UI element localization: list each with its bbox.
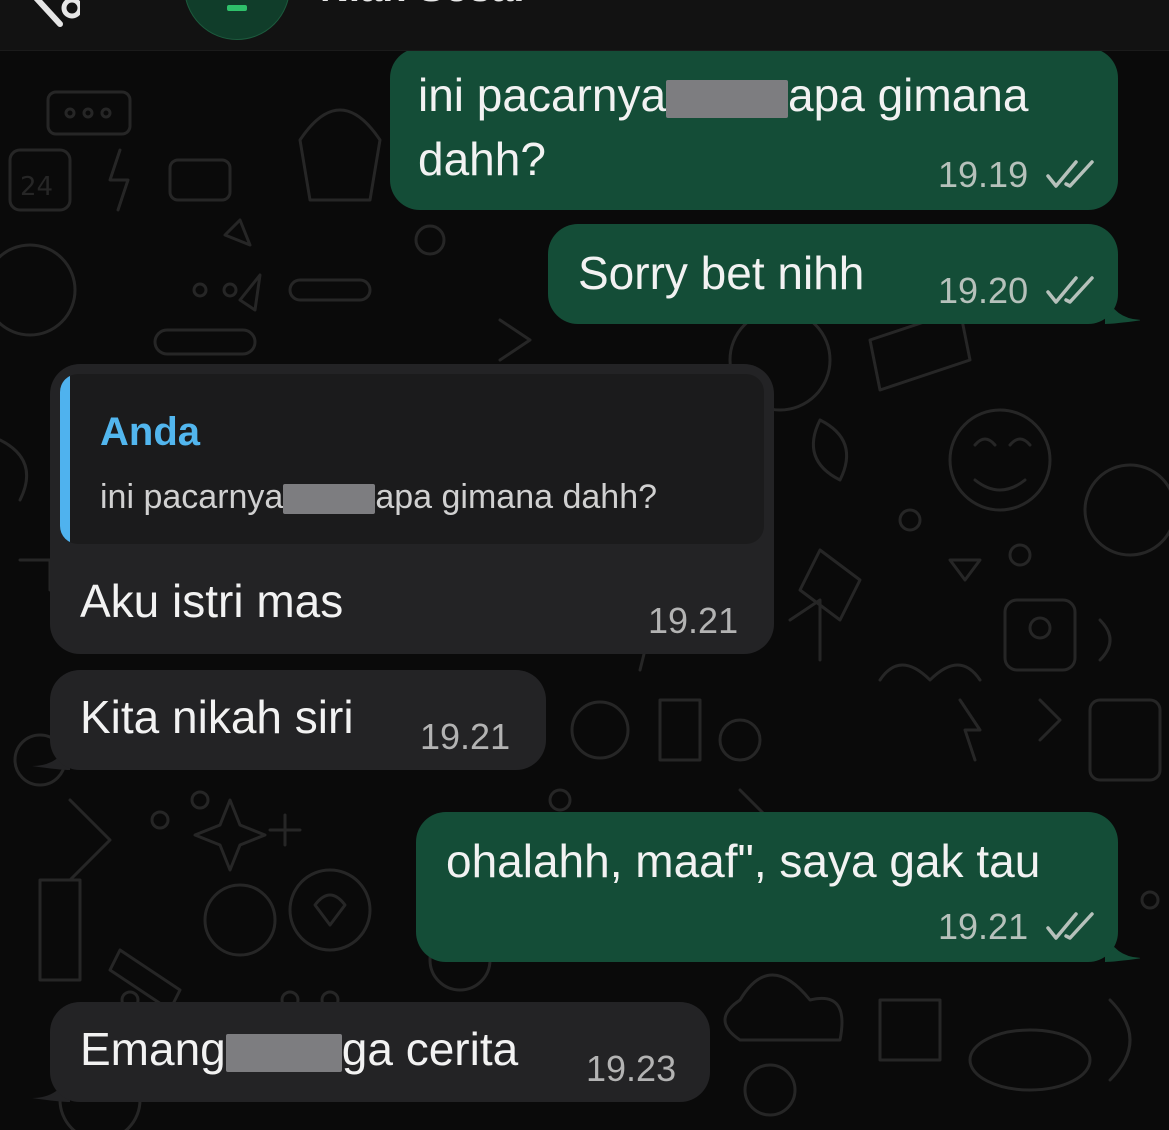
message-text: Sorry bet nihh (578, 247, 865, 299)
message-outgoing-3[interactable]: ohalahh, maaf", saya gak tau 19.21 (416, 812, 1118, 962)
message-time: 19.23 (586, 1048, 677, 1089)
double-check-icon (1046, 276, 1094, 304)
redacted-block (283, 484, 376, 515)
message-text-line-1: ini pacarnya apa gimana (418, 68, 1028, 122)
avatar[interactable] (184, 0, 290, 40)
quote-accent-bar (60, 374, 70, 544)
quote-text: ini pacarnya apa gimana dahh? (100, 478, 657, 517)
message-time: 19.21 (420, 716, 511, 757)
message-text-part: ini pacarnya (418, 69, 667, 121)
message-incoming-2[interactable]: Kita nikah siri 19.21 (50, 670, 546, 770)
phone-icon[interactable] (1050, 0, 1120, 20)
quote-text-part: ini pacarnya (100, 478, 284, 516)
message-outgoing-2[interactable]: Sorry bet nihh 19.20 (548, 224, 1118, 324)
quote-text-part: apa gimana dahh? (375, 478, 658, 516)
message-text-part: Emang (80, 1023, 226, 1075)
avatar-glyph (227, 5, 247, 11)
quoted-message[interactable]: Anda ini pacarnya apa gimana dahh? (60, 374, 764, 544)
double-check-icon (1046, 160, 1094, 188)
message-text: Emang ga cerita (80, 1022, 518, 1076)
chat-screen: 24 ini pacarnya apa gimana dahh? 19.19 S… (0, 0, 1169, 1130)
message-time: 19.19 (938, 154, 1029, 195)
video-camera-icon[interactable] (905, 0, 995, 20)
contact-name[interactable]: Nian Sosal (320, 0, 525, 11)
message-text-line-2: dahh? (418, 133, 546, 185)
message-time: 19.20 (938, 270, 1029, 311)
message-time: 19.21 (938, 906, 1029, 947)
redacted-block (666, 79, 789, 118)
quote-author: Anda (100, 410, 200, 454)
message-text: Aku istri mas (80, 575, 344, 627)
chevron-left-icon[interactable] (20, 0, 80, 30)
message-text: ohalahh, maaf", saya gak tau (446, 835, 1041, 887)
message-incoming-reply[interactable]: Anda ini pacarnya apa gimana dahh? Aku is… (50, 364, 774, 654)
message-incoming-3[interactable]: Emang ga cerita 19.23 (50, 1002, 710, 1102)
message-text-part: ga cerita (341, 1023, 519, 1075)
message-text: Kita nikah siri (80, 691, 354, 743)
svg-text:24: 24 (20, 172, 53, 202)
chat-header: Nian Sosal (0, 0, 1169, 51)
double-check-icon (1046, 912, 1094, 940)
message-time: 19.21 (648, 600, 739, 641)
redacted-block (225, 1033, 342, 1072)
message-text-part: apa gimana (788, 69, 1029, 121)
message-outgoing-1[interactable]: ini pacarnya apa gimana dahh? 19.19 (390, 48, 1118, 210)
